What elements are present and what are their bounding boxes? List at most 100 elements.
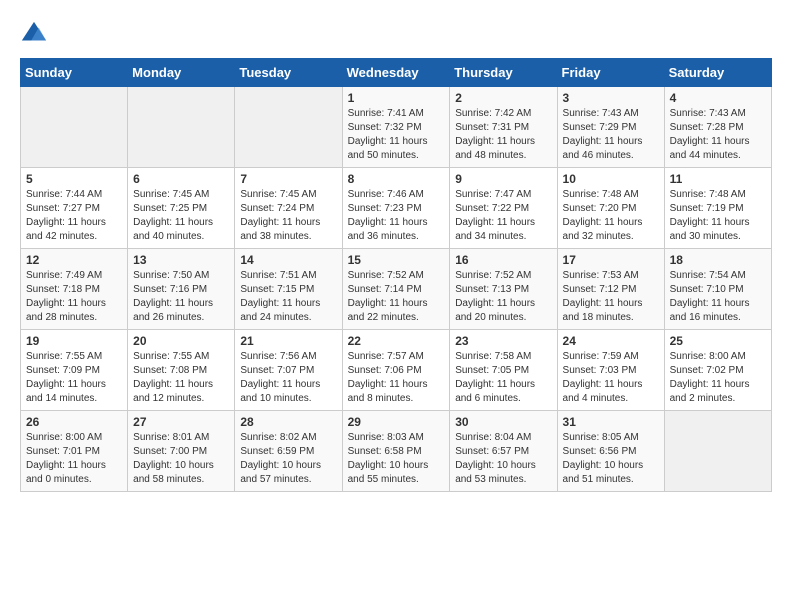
calendar-cell: 10 Sunrise: 7:48 AM Sunset: 7:20 PM Dayli…: [557, 168, 664, 249]
day-info: Sunrise: 7:56 AM Sunset: 7:07 PM Dayligh…: [240, 350, 336, 406]
calendar-cell: 20 Sunrise: 7:55 AM Sunset: 7:08 PM Dayli…: [128, 330, 235, 411]
calendar-cell: 6 Sunrise: 7:45 AM Sunset: 7:25 PM Daylig…: [128, 168, 235, 249]
calendar-cell: 2 Sunrise: 7:42 AM Sunset: 7:31 PM Daylig…: [450, 87, 557, 168]
calendar-cell: 17 Sunrise: 7:53 AM Sunset: 7:12 PM Dayli…: [557, 249, 664, 330]
day-number: 16: [455, 253, 551, 267]
day-info: Sunrise: 7:55 AM Sunset: 7:08 PM Dayligh…: [133, 350, 229, 406]
day-info: Sunrise: 7:41 AM Sunset: 7:32 PM Dayligh…: [348, 107, 445, 163]
calendar-cell: 9 Sunrise: 7:47 AM Sunset: 7:22 PM Daylig…: [450, 168, 557, 249]
calendar-cell: 3 Sunrise: 7:43 AM Sunset: 7:29 PM Daylig…: [557, 87, 664, 168]
day-number: 9: [455, 172, 551, 186]
day-info: Sunrise: 7:48 AM Sunset: 7:19 PM Dayligh…: [670, 188, 766, 244]
calendar-cell: 5Sunrise: 7:44 AM Sunset: 7:27 PM Daylig…: [21, 168, 128, 249]
weekday-header-wednesday: Wednesday: [342, 59, 450, 87]
day-info: Sunrise: 8:00 AM Sunset: 7:02 PM Dayligh…: [670, 350, 766, 406]
calendar-cell: [128, 87, 235, 168]
day-number: 24: [563, 334, 659, 348]
day-info: Sunrise: 7:49 AM Sunset: 7:18 PM Dayligh…: [26, 269, 122, 325]
logo: [20, 20, 52, 48]
day-number: 31: [563, 415, 659, 429]
day-number: 11: [670, 172, 766, 186]
day-info: Sunrise: 7:42 AM Sunset: 7:31 PM Dayligh…: [455, 107, 551, 163]
day-info: Sunrise: 8:01 AM Sunset: 7:00 PM Dayligh…: [133, 431, 229, 487]
calendar-cell: 15 Sunrise: 7:52 AM Sunset: 7:14 PM Dayli…: [342, 249, 450, 330]
calendar-cell: 19Sunrise: 7:55 AM Sunset: 7:09 PM Dayli…: [21, 330, 128, 411]
calendar-cell: 16Sunrise: 7:52 AM Sunset: 7:13 PM Dayli…: [450, 249, 557, 330]
day-info: Sunrise: 7:54 AM Sunset: 7:10 PM Dayligh…: [670, 269, 766, 325]
weekday-header-tuesday: Tuesday: [235, 59, 342, 87]
day-number: 2: [455, 91, 551, 105]
calendar-cell: 14 Sunrise: 7:51 AM Sunset: 7:15 PM Dayli…: [235, 249, 342, 330]
calendar-cell: 8 Sunrise: 7:46 AM Sunset: 7:23 PM Daylig…: [342, 168, 450, 249]
day-info: Sunrise: 7:45 AM Sunset: 7:25 PM Dayligh…: [133, 188, 229, 244]
week-row-4: 19Sunrise: 7:55 AM Sunset: 7:09 PM Dayli…: [21, 330, 772, 411]
week-row-5: 26Sunrise: 8:00 AM Sunset: 7:01 PM Dayli…: [21, 411, 772, 492]
calendar-cell: 25 Sunrise: 8:00 AM Sunset: 7:02 PM Dayli…: [664, 330, 771, 411]
day-number: 4: [670, 91, 766, 105]
calendar-cell: 4 Sunrise: 7:43 AM Sunset: 7:28 PM Daylig…: [664, 87, 771, 168]
logo-icon: [20, 20, 48, 48]
weekday-header-monday: Monday: [128, 59, 235, 87]
calendar-cell: [664, 411, 771, 492]
day-number: 10: [563, 172, 659, 186]
day-info: Sunrise: 7:50 AM Sunset: 7:16 PM Dayligh…: [133, 269, 229, 325]
day-number: 7: [240, 172, 336, 186]
day-number: 15: [348, 253, 445, 267]
day-number: 12: [26, 253, 122, 267]
day-number: 14: [240, 253, 336, 267]
week-row-1: 1 Sunrise: 7:41 AM Sunset: 7:32 PM Daylig…: [21, 87, 772, 168]
week-row-2: 5Sunrise: 7:44 AM Sunset: 7:27 PM Daylig…: [21, 168, 772, 249]
calendar-cell: 22Sunrise: 7:57 AM Sunset: 7:06 PM Dayli…: [342, 330, 450, 411]
calendar-cell: 27Sunrise: 8:01 AM Sunset: 7:00 PM Dayli…: [128, 411, 235, 492]
day-info: Sunrise: 7:45 AM Sunset: 7:24 PM Dayligh…: [240, 188, 336, 244]
day-number: 23: [455, 334, 551, 348]
page-header: [20, 20, 772, 48]
calendar-cell: 28Sunrise: 8:02 AM Sunset: 6:59 PM Dayli…: [235, 411, 342, 492]
day-number: 25: [670, 334, 766, 348]
day-info: Sunrise: 7:57 AM Sunset: 7:06 PM Dayligh…: [348, 350, 445, 406]
day-number: 26: [26, 415, 122, 429]
calendar-cell: 11 Sunrise: 7:48 AM Sunset: 7:19 PM Dayli…: [664, 168, 771, 249]
day-info: Sunrise: 8:05 AM Sunset: 6:56 PM Dayligh…: [563, 431, 659, 487]
calendar: SundayMondayTuesdayWednesdayThursdayFrid…: [20, 58, 772, 492]
day-info: Sunrise: 7:43 AM Sunset: 7:28 PM Dayligh…: [670, 107, 766, 163]
day-info: Sunrise: 7:44 AM Sunset: 7:27 PM Dayligh…: [26, 188, 122, 244]
day-number: 19: [26, 334, 122, 348]
day-number: 1: [348, 91, 445, 105]
calendar-cell: 18 Sunrise: 7:54 AM Sunset: 7:10 PM Dayli…: [664, 249, 771, 330]
day-number: 21: [240, 334, 336, 348]
calendar-cell: 30 Sunrise: 8:04 AM Sunset: 6:57 PM Dayli…: [450, 411, 557, 492]
calendar-cell: 21 Sunrise: 7:56 AM Sunset: 7:07 PM Dayli…: [235, 330, 342, 411]
day-number: 3: [563, 91, 659, 105]
day-number: 6: [133, 172, 229, 186]
day-info: Sunrise: 7:51 AM Sunset: 7:15 PM Dayligh…: [240, 269, 336, 325]
day-number: 17: [563, 253, 659, 267]
day-info: Sunrise: 7:43 AM Sunset: 7:29 PM Dayligh…: [563, 107, 659, 163]
calendar-cell: 23Sunrise: 7:58 AM Sunset: 7:05 PM Dayli…: [450, 330, 557, 411]
day-number: 8: [348, 172, 445, 186]
day-number: 30: [455, 415, 551, 429]
day-info: Sunrise: 7:52 AM Sunset: 7:14 PM Dayligh…: [348, 269, 445, 325]
day-number: 13: [133, 253, 229, 267]
calendar-cell: 1 Sunrise: 7:41 AM Sunset: 7:32 PM Daylig…: [342, 87, 450, 168]
weekday-header-friday: Friday: [557, 59, 664, 87]
day-info: Sunrise: 7:46 AM Sunset: 7:23 PM Dayligh…: [348, 188, 445, 244]
day-number: 20: [133, 334, 229, 348]
day-info: Sunrise: 7:59 AM Sunset: 7:03 PM Dayligh…: [563, 350, 659, 406]
calendar-cell: 24 Sunrise: 7:59 AM Sunset: 7:03 PM Dayli…: [557, 330, 664, 411]
weekday-header-thursday: Thursday: [450, 59, 557, 87]
day-info: Sunrise: 8:04 AM Sunset: 6:57 PM Dayligh…: [455, 431, 551, 487]
day-info: Sunrise: 7:48 AM Sunset: 7:20 PM Dayligh…: [563, 188, 659, 244]
calendar-cell: [235, 87, 342, 168]
calendar-cell: 13 Sunrise: 7:50 AM Sunset: 7:16 PM Dayli…: [128, 249, 235, 330]
day-info: Sunrise: 7:47 AM Sunset: 7:22 PM Dayligh…: [455, 188, 551, 244]
day-info: Sunrise: 8:02 AM Sunset: 6:59 PM Dayligh…: [240, 431, 336, 487]
weekday-header-sunday: Sunday: [21, 59, 128, 87]
day-info: Sunrise: 7:53 AM Sunset: 7:12 PM Dayligh…: [563, 269, 659, 325]
weekday-header-row: SundayMondayTuesdayWednesdayThursdayFrid…: [21, 59, 772, 87]
day-number: 18: [670, 253, 766, 267]
calendar-cell: [21, 87, 128, 168]
calendar-cell: 12 Sunrise: 7:49 AM Sunset: 7:18 PM Dayli…: [21, 249, 128, 330]
day-info: Sunrise: 8:03 AM Sunset: 6:58 PM Dayligh…: [348, 431, 445, 487]
weekday-header-saturday: Saturday: [664, 59, 771, 87]
